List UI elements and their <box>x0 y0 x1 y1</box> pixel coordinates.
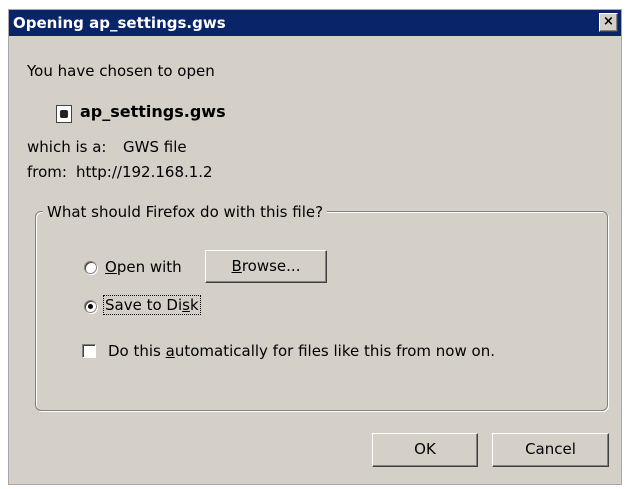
open-with-label[interactable]: Open with <box>105 258 182 276</box>
close-icon: × <box>603 14 614 29</box>
cancel-button[interactable]: Cancel <box>492 433 609 467</box>
auto-checkbox[interactable] <box>82 344 96 358</box>
save-label-part3: k <box>189 296 199 314</box>
file-source-label: from: <box>27 163 67 181</box>
open-with-label-rest: pen with <box>116 258 182 276</box>
browse-button[interactable]: Browse... <box>205 250 327 283</box>
window-title: Opening ap_settings.gws <box>13 14 226 32</box>
radio-selected-dot <box>88 304 93 309</box>
ok-button[interactable]: OK <box>372 433 478 467</box>
open-with-radio[interactable] <box>84 261 97 274</box>
file-source-value: http://192.168.1.2 <box>76 163 213 181</box>
auto-label-part1: Do this <box>108 342 166 360</box>
browse-mnemonic: B <box>231 257 242 275</box>
save-label-part1: Save to Di <box>105 296 183 314</box>
save-to-disk-radio[interactable] <box>84 300 97 313</box>
auto-label-part3: utomatically for files like this from no… <box>174 342 495 360</box>
file-type-value: GWS file <box>123 138 187 156</box>
groupbox-legend: What should Firefox do with this file? <box>43 203 328 221</box>
auto-checkbox-label[interactable]: Do this automatically for files like thi… <box>108 342 495 360</box>
title-bar[interactable]: Opening ap_settings.gws × <box>9 10 621 36</box>
file-icon <box>56 105 72 123</box>
open-with-mnemonic: O <box>105 258 117 276</box>
dialog-window: Opening ap_settings.gws × You have chose… <box>8 9 622 485</box>
save-mnemonic: s <box>182 296 190 314</box>
intro-text: You have chosen to open <box>27 62 215 80</box>
close-button[interactable]: × <box>599 13 618 32</box>
file-name: ap_settings.gws <box>80 102 226 121</box>
browse-label-rest: rowse... <box>241 257 301 275</box>
file-type-label: which is a: <box>27 138 107 156</box>
auto-mnemonic: a <box>165 342 175 360</box>
save-to-disk-label[interactable]: Save to Disk <box>103 295 201 315</box>
